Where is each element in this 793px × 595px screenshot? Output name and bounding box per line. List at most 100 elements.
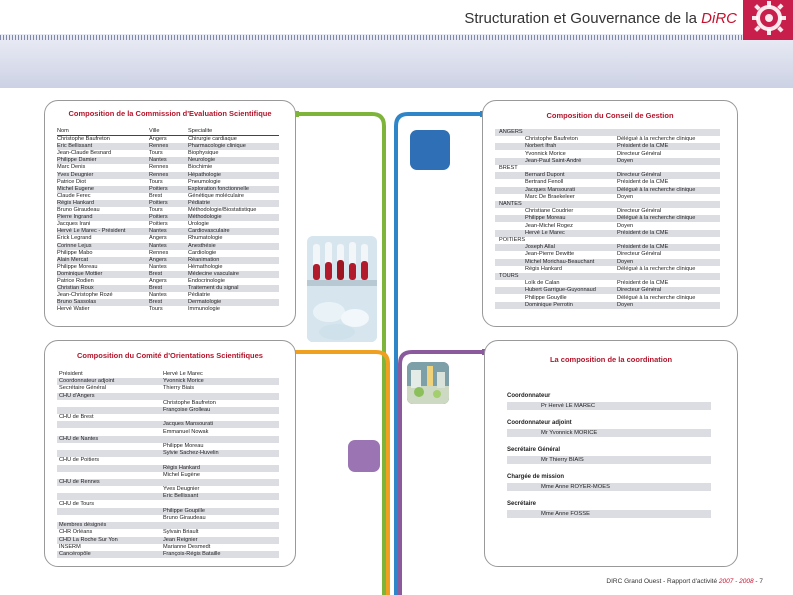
- cse-row-cell: Tours: [149, 178, 163, 185]
- cg-row-cell: Régis Hankard: [525, 265, 562, 272]
- cg-panel: Composition du Conseil de Gestion ANGERS…: [482, 100, 738, 327]
- cse-row: Hervé Le Marec - Président Nantes Cardiova…: [57, 228, 279, 236]
- cse-row-cell: Corinne Lejus: [57, 242, 92, 249]
- cg-row-cell: Bertrand Fenoll: [525, 179, 564, 186]
- cg-row-cell: Président de la CME: [617, 143, 669, 150]
- cg-row: Bernard Dupont Directeur Général: [495, 172, 720, 180]
- cse-row-cell: Cardiovasculaire: [188, 228, 230, 235]
- cse-header-row-cell: Ville: [149, 128, 160, 134]
- cos-row-cell: Sylvie Sachez-Huvelin: [163, 450, 219, 457]
- cg-row-cell: Délégué à la recherche clinique: [617, 215, 696, 222]
- cse-row-cell: Réanimation: [188, 256, 220, 263]
- cse-row-cell: Génétique moléculaire: [188, 192, 244, 199]
- cg-row-cell: Président de la CME: [617, 280, 669, 287]
- cos-row-cell: CHU de Poitiers: [59, 457, 100, 464]
- cse-row-cell: Exploration fonctionnelle: [188, 185, 249, 192]
- cg-row: Christophe Baufreton Délégué à la recherc…: [495, 136, 720, 143]
- cg-row-cell: TOURS: [499, 273, 519, 279]
- cos-row: CHR Orléans Sylvain Briault: [57, 529, 279, 536]
- cg-row: NANTES: [495, 201, 720, 208]
- cse-row-cell: Angers: [149, 256, 167, 263]
- cse-row: Jacques Irani Poitiers Urologie: [57, 221, 279, 228]
- cg-row-cell: NANTES: [499, 201, 522, 207]
- cos-row: Eric Bellissant: [57, 493, 279, 501]
- cse-row-cell: Poitiers: [149, 214, 168, 221]
- cg-row-cell: Joseph Allal: [525, 244, 555, 251]
- cos-row-cell: Yvonnick Morice: [163, 378, 204, 385]
- cse-row-cell: Marc Denis: [57, 164, 86, 171]
- cg-row-cell: Président de la CME: [617, 244, 669, 251]
- cg-row: Yvonnick Morice Directeur Général: [495, 151, 720, 158]
- cse-row-cell: Claude Ferec: [57, 192, 91, 199]
- cse-row-cell: Poitiers: [149, 221, 168, 228]
- cg-row-cell: Doyen: [617, 157, 634, 164]
- cos-row-cell: Membres désignés: [59, 522, 107, 529]
- cg-row: Hubert Garrigue-Guyonnaud Directeur Génér…: [495, 287, 720, 295]
- cos-row-cell: CHU d'Angers: [59, 392, 95, 399]
- cg-row: Dominique Perrotin Doyen: [495, 301, 720, 309]
- cos-row: Jacques Mansourati: [57, 421, 279, 429]
- cos-row-cell: Régis Hankard: [163, 464, 200, 471]
- cse-row: Claude Ferec Brest Génétique moléculaire: [57, 193, 279, 200]
- cos-row-cell: Michel Eugène: [163, 471, 201, 478]
- coord-role: Coordonnateur adjoint: [507, 420, 572, 426]
- cse-header-row-cell: Nom: [57, 128, 69, 134]
- cse-row-cell: Pneumologie: [188, 178, 221, 185]
- cse-row-cell: Philippe Damier: [57, 157, 97, 164]
- cg-row-cell: Délégué à la recherche clinique: [617, 186, 696, 193]
- cse-row: Bruno Sassolas Brest Dermatologie: [57, 299, 279, 307]
- cse-row-cell: Brest: [149, 299, 163, 306]
- cg-row: Jean-Michel Rogez Doyen: [495, 223, 720, 230]
- cse-row-cell: Médecine vasculaire: [188, 270, 239, 277]
- cse-row-cell: Hépathologie: [188, 171, 221, 178]
- cse-header-row-cell: Specialite: [188, 128, 213, 134]
- cg-row-cell: Bernard Dupont: [525, 172, 565, 179]
- cg-row: Loïk de Calan Président de la CME: [495, 280, 720, 287]
- cos-row-cell: CHD La Roche Sur Yon: [59, 536, 118, 543]
- cos-row-cell: Philippe Goupille: [163, 507, 205, 514]
- cse-row-cell: Biochimie: [188, 164, 213, 171]
- cg-row-cell: Marc De Braekeleer: [525, 193, 575, 200]
- cse-row: Erick Legrand Angers Rhumatologie: [57, 235, 279, 242]
- cg-row-cell: Délégué à la recherche clinique: [617, 265, 696, 272]
- cse-row-cell: Michel Eugene: [57, 185, 95, 192]
- cg-row: Marc De Braekeleer Doyen: [495, 194, 720, 201]
- cg-row-cell: Directeur Général: [617, 251, 662, 258]
- cg-row-cell: Hervé Le Marec: [525, 229, 565, 236]
- cse-row-cell: Rhumatologie: [188, 235, 223, 242]
- cg-row-cell: Directeur Général: [617, 172, 662, 179]
- cse-row-cell: Philippe Moreau: [57, 263, 98, 270]
- cg-row-cell: Directeur Général: [617, 287, 662, 294]
- cos-row: Philippe Moreau: [57, 443, 279, 450]
- cos-row: CHD La Roche Sur Yon Jean Reignier: [57, 536, 279, 544]
- cos-row: CHU de Rennes: [57, 479, 279, 486]
- cg-row-cell: Jean-Michel Rogez: [525, 222, 573, 229]
- cg-row: Jean-Paul Saint-André Doyen: [495, 157, 720, 165]
- cse-row-cell: Méthodologie: [188, 214, 222, 221]
- cse-row-cell: Dominique Mottier: [57, 270, 103, 277]
- cg-row-cell: Loïk de Calan: [525, 280, 560, 287]
- cg-row: Jean-Pierre Dewitte Directeur Général: [495, 251, 720, 258]
- lab-photo: [407, 362, 449, 404]
- cse-panel: Composition de la Commission d'Evaluatio…: [44, 100, 296, 327]
- cse-row-cell: Nantes: [149, 228, 167, 235]
- cg-row-cell: POITIERS: [499, 237, 526, 243]
- cse-row-cell: Jacques Irani: [57, 221, 91, 228]
- cse-row-cell: Angers: [149, 136, 167, 142]
- cg-row-cell: Yvonnick Morice: [525, 150, 566, 157]
- cos-row: Christophe Baufreton: [57, 400, 279, 407]
- cse-row-cell: Nantes: [149, 242, 167, 249]
- cg-row-cell: Christophe Baufreton: [525, 136, 578, 143]
- cos-row: Président Hervé Le Marec: [57, 371, 279, 378]
- cse-row-cell: Tours: [149, 207, 163, 213]
- cse-row-cell: Brest: [149, 192, 163, 199]
- cse-row: Jean-Claude Besnard Tours Biophysique: [57, 150, 279, 157]
- cg-title: Composition du Conseil de Gestion: [546, 111, 674, 120]
- cos-row-cell: Eric Bellissant: [163, 493, 199, 500]
- cse-row: Patrice Diot Tours Pneumologie: [57, 179, 279, 186]
- coord-role: Chargée de mission: [507, 474, 565, 480]
- cos-row-cell: Secrétaire Général: [59, 385, 106, 392]
- cos-row-cell: Emmanuel Nowak: [163, 428, 209, 435]
- cg-row: Christiane Coudrier Directeur Général: [495, 208, 720, 215]
- cg-row-cell: Jacques Mansourati: [525, 186, 576, 193]
